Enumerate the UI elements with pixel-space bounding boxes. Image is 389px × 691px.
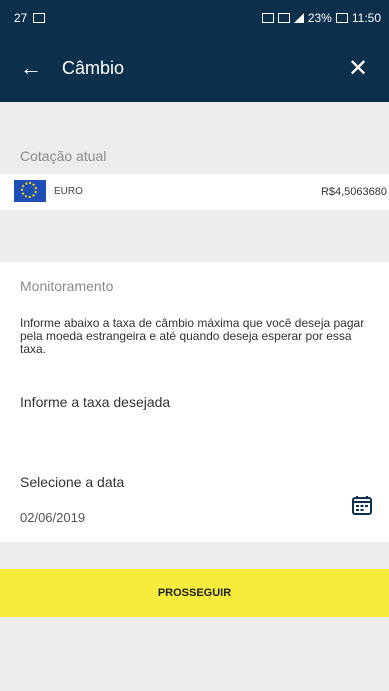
status-left-text: 27 — [14, 11, 28, 25]
back-arrow-icon[interactable]: ← — [16, 53, 46, 83]
calendar-icon[interactable] — [351, 494, 373, 516]
gallery-icon — [33, 13, 46, 23]
eu-flag-icon — [14, 180, 46, 202]
status-left: 27 — [14, 11, 46, 25]
monitoring-description: Informe abaixo a taxa de câmbio máxima q… — [20, 316, 365, 356]
signal-icon — [293, 13, 304, 23]
battery-icon — [335, 13, 348, 23]
close-icon[interactable]: ✕ — [343, 53, 373, 83]
battery-percent: 23% — [307, 11, 332, 25]
status-time: 11:50 — [351, 11, 381, 25]
proceed-button[interactable]: PROSSEGUIR — [0, 569, 389, 617]
date-field-label: Selecione a data — [20, 474, 125, 490]
desired-rate-input[interactable]: Informe a taxa desejada — [20, 394, 170, 410]
date-input[interactable]: 02/06/2019 — [20, 510, 85, 525]
monitoring-section-label: Monitoramento — [20, 278, 114, 294]
quote-section-label: Cotação atual — [20, 148, 107, 164]
sim-icon — [261, 13, 274, 23]
wifi-icon — [277, 13, 290, 23]
exchange-rate-row: EURO R$4,5063680 — [0, 174, 389, 210]
page-title: Câmbio — [62, 58, 125, 78]
currency-name: EURO — [54, 186, 83, 197]
monitoring-panel: Monitoramento Informe abaixo a taxa de c… — [0, 262, 389, 432]
exchange-rate-value: R$4,5063680 — [320, 186, 387, 198]
status-right: 23% 11:50 — [261, 11, 381, 25]
app-bar: ← Câmbio ✕ — [0, 35, 389, 102]
date-panel: Selecione a data 02/06/2019 — [0, 432, 389, 542]
status-bar: 27 23% 11:50 — [0, 0, 389, 35]
